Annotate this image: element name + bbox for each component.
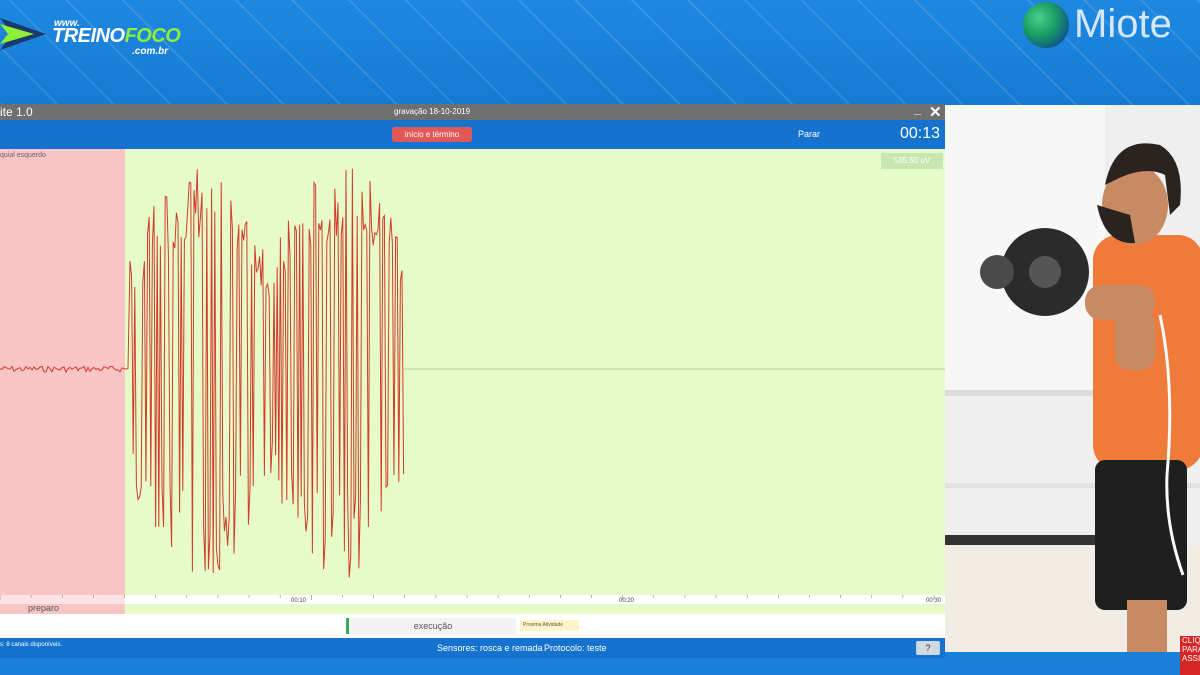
channels-text: s: 8 canais disponíveis.	[0, 642, 63, 648]
globe-icon	[1023, 2, 1069, 48]
phase-row: preparo	[0, 603, 945, 614]
treinofoco-logo: www. TREINOFOCO .com.br	[0, 8, 190, 58]
status-bar: s: 8 canais disponíveis. Sensores: rosca…	[0, 638, 945, 658]
recording-title: gravação 18-10-2019	[394, 107, 471, 116]
miotec-logo: Miote	[1020, 0, 1200, 50]
stop-button[interactable]: Parar	[785, 127, 833, 142]
toolbar: início e término Parar 00:13	[0, 120, 945, 149]
subscribe-cta[interactable]: CLIQ PARA ASSI	[1180, 636, 1200, 675]
title-bar: ite 1.0 gravação 18-10-2019 _ ✕	[0, 101, 945, 121]
logo-brand: TREINOFOCO	[52, 25, 181, 48]
prep-phase-label: preparo	[28, 603, 60, 613]
minimize-icon[interactable]: _	[914, 101, 921, 116]
protocol-text: Protocolo: teste	[544, 643, 607, 653]
app-title: ite 1.0	[0, 105, 33, 119]
logo-brand-foco: FOCO	[124, 25, 181, 47]
elapsed-timer: 00:13	[900, 125, 941, 142]
athlete-figure	[945, 105, 1200, 652]
exec-progress-marker	[346, 618, 349, 634]
emg-signal	[0, 168, 945, 578]
activity-row: execução Proxima Atividade	[0, 614, 945, 638]
webcam-video	[945, 105, 1200, 652]
logo-brand-treino: TREINO	[52, 25, 125, 47]
exec-phase-label[interactable]: execução	[350, 618, 516, 634]
prep-phase-bg	[0, 604, 125, 614]
close-icon[interactable]: ✕	[929, 103, 942, 121]
start-end-button[interactable]: início e término	[392, 127, 472, 142]
help-button[interactable]: ?	[916, 641, 940, 655]
emg-plot: quial esquerdo 535.50 uV	[0, 149, 945, 595]
emg-trace	[0, 168, 405, 578]
logo-arrow-icon	[0, 18, 46, 50]
logo-domain: .com.br	[132, 46, 169, 57]
emg-app-window: ite 1.0 gravação 18-10-2019 _ ✕ início e…	[0, 101, 945, 658]
banner: www. TREINOFOCO .com.br Miote	[0, 0, 1200, 105]
next-activity-label[interactable]: Proxima Atividade	[520, 620, 579, 631]
sensors-text: Sensores: rosca e remada	[437, 643, 543, 653]
miotec-name: Miote	[1074, 2, 1172, 46]
scale-readout[interactable]: 535.50 uV	[881, 153, 943, 169]
